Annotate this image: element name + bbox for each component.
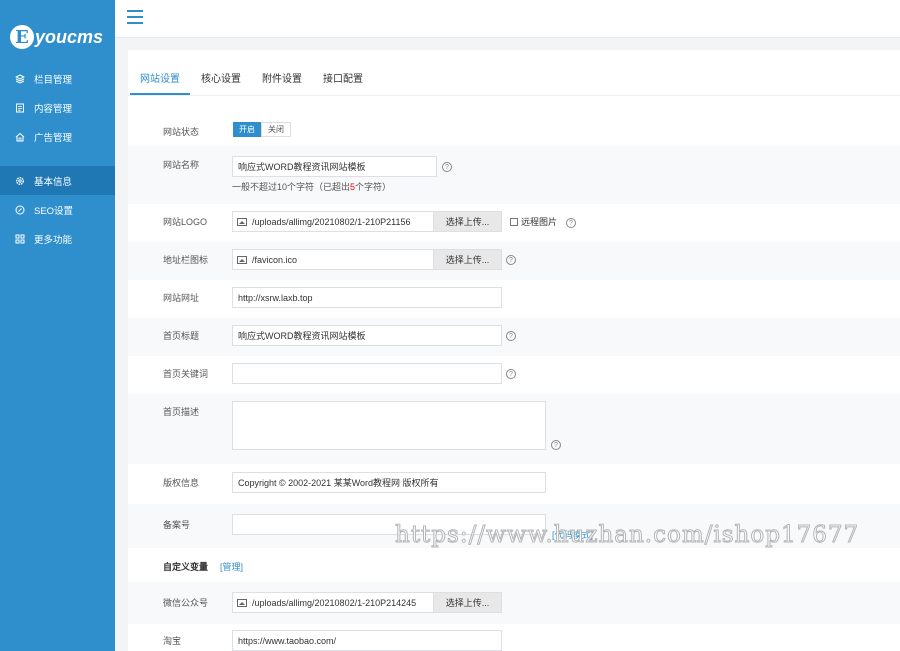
row-favicon: 地址栏图标 /favicon.ico 选择上传... ?: [128, 242, 900, 280]
field-label: 地址栏图标: [163, 255, 209, 265]
row-home-description: 首页描述 ?: [128, 394, 900, 464]
sidebar-item-more[interactable]: 更多功能: [0, 224, 115, 253]
gear-icon: [15, 176, 25, 186]
help-icon[interactable]: ?: [566, 218, 576, 228]
site-status-toggle[interactable]: 开启 关闭: [233, 122, 291, 137]
logo-mark: E: [10, 25, 34, 49]
wechat-upload-button[interactable]: 选择上传...: [433, 593, 501, 612]
sidebar-item-label: 更多功能: [34, 234, 73, 246]
image-icon: [237, 598, 247, 607]
site-name-input[interactable]: 响应式WORD教程资讯网站模板: [232, 156, 437, 177]
sidebar-item-label: 基本信息: [34, 176, 73, 188]
sidebar-item-label: 广告管理: [34, 132, 73, 144]
row-site-url: 网站网址 http://xsrw.laxb.top: [128, 280, 900, 318]
layers-icon: [15, 73, 25, 84]
field-label: 网站名称: [163, 160, 200, 170]
copyright-input[interactable]: Copyright © 2002-2021 某某Word教程网 版权所有: [232, 472, 546, 493]
site-url-input[interactable]: http://xsrw.laxb.top: [232, 287, 502, 308]
taobao-input[interactable]: https://www.taobao.com/: [232, 630, 502, 651]
status-off-option[interactable]: 关闭: [261, 122, 291, 137]
remote-image-checkbox[interactable]: 远程图片: [510, 215, 557, 228]
field-label: 备案号: [163, 520, 191, 530]
field-label: 网站LOGO: [163, 217, 208, 227]
field-label: 首页关键词: [163, 369, 209, 379]
row-wechat: 微信公众号 /uploads/allimg/20210802/1-210P214…: [128, 582, 900, 624]
logo-text: youcms: [35, 26, 104, 47]
tab-bar: 网站设置 核心设置 附件设置 接口配置: [128, 50, 900, 96]
home-description-textarea[interactable]: [232, 401, 546, 450]
site-name-hint: 一般不超过10个字符（已超出5个字符）: [232, 182, 392, 192]
field-label: 微信公众号: [163, 598, 209, 608]
sidebar-item-label: SEO设置: [34, 205, 74, 217]
field-label: 首页标题: [163, 331, 200, 341]
tab-attachment-settings[interactable]: 附件设置: [262, 70, 302, 95]
logo-file-input[interactable]: /uploads/allimg/20210802/1-210P21156 选择上…: [232, 211, 502, 232]
row-site-name: 网站名称 响应式WORD教程资讯网站模板 ? 一般不超过10个字符（已超出5个字…: [128, 146, 900, 204]
sidebar-item-seo[interactable]: SEO设置: [0, 195, 115, 224]
sidebar-item-label: 内容管理: [34, 103, 73, 115]
help-icon[interactable]: ?: [506, 369, 516, 379]
watermark-text: https://www.huzhan.com/ishop17677: [394, 522, 860, 549]
home-keywords-input[interactable]: [232, 363, 502, 384]
section-label: 自定义变量: [163, 562, 209, 572]
image-icon: [237, 255, 247, 264]
compass-icon: [15, 205, 25, 215]
tab-core-settings[interactable]: 核心设置: [201, 70, 241, 95]
row-home-keywords: 首页关键词 ?: [128, 356, 900, 394]
favicon-file-input[interactable]: /favicon.ico 选择上传...: [232, 249, 502, 270]
wechat-file-input[interactable]: /uploads/allimg/20210802/1-210P214245 选择…: [232, 592, 502, 613]
logo[interactable]: E youcms: [0, 0, 115, 60]
favicon-upload-button[interactable]: 选择上传...: [433, 250, 501, 269]
field-label: 网站状态: [163, 127, 200, 137]
field-label: 首页描述: [163, 407, 200, 417]
sidebar-item-label: 栏目管理: [34, 74, 73, 86]
tab-site-settings[interactable]: 网站设置: [130, 70, 190, 95]
grid-icon: [15, 234, 25, 244]
image-icon: [237, 217, 247, 226]
home-icon: [15, 132, 25, 142]
main-panel: 网站设置 核心设置 附件设置 接口配置 网站状态 开启 关闭 网站名称 响应式W…: [128, 50, 900, 651]
favicon-path: /favicon.ico: [252, 254, 298, 265]
row-copyright: 版权信息 Copyright © 2002-2021 某某Word教程网 版权所…: [128, 464, 900, 504]
tab-api-config[interactable]: 接口配置: [323, 70, 363, 95]
manage-vars-link[interactable]: [管理]: [220, 560, 243, 573]
status-on-option[interactable]: 开启: [233, 122, 261, 137]
sidebar: E youcms 栏目管理 内容管理 广告管理 基本信息 SEO设置 更多功能: [0, 0, 115, 651]
home-title-input[interactable]: 响应式WORD教程资讯网站模板: [232, 325, 502, 346]
sidebar-item-basic-info[interactable]: 基本信息: [0, 166, 115, 195]
sidebar-item-ads[interactable]: 广告管理: [0, 122, 115, 151]
sidebar-item-content[interactable]: 内容管理: [0, 93, 115, 122]
help-icon[interactable]: ?: [506, 331, 516, 341]
row-home-title: 首页标题 响应式WORD教程资讯网站模板 ?: [128, 318, 900, 356]
logo-upload-button[interactable]: 选择上传...: [433, 212, 501, 231]
document-icon: [15, 103, 25, 113]
sidebar-item-columns[interactable]: 栏目管理: [0, 64, 115, 93]
row-site-status: 网站状态 开启 关闭: [128, 112, 900, 146]
field-label: 网站网址: [163, 293, 200, 303]
help-icon[interactable]: ?: [551, 440, 561, 450]
checkbox-box[interactable]: [510, 217, 518, 226]
hamburger-menu-icon[interactable]: [127, 10, 143, 24]
wechat-path: /uploads/allimg/20210802/1-210P214245: [252, 597, 417, 608]
field-label: 淘宝: [163, 636, 182, 646]
logo-path: /uploads/allimg/20210802/1-210P21156: [252, 216, 411, 227]
help-icon[interactable]: ?: [506, 255, 516, 265]
row-taobao: 淘宝 https://www.taobao.com/: [128, 624, 900, 651]
row-site-logo: 网站LOGO /uploads/allimg/20210802/1-210P21…: [128, 204, 900, 242]
top-bar: [115, 0, 900, 38]
field-label: 版权信息: [163, 478, 200, 488]
row-custom-vars: 自定义变量 [管理]: [128, 548, 900, 582]
help-icon[interactable]: ?: [442, 162, 452, 172]
checkbox-label: 远程图片: [521, 217, 558, 227]
